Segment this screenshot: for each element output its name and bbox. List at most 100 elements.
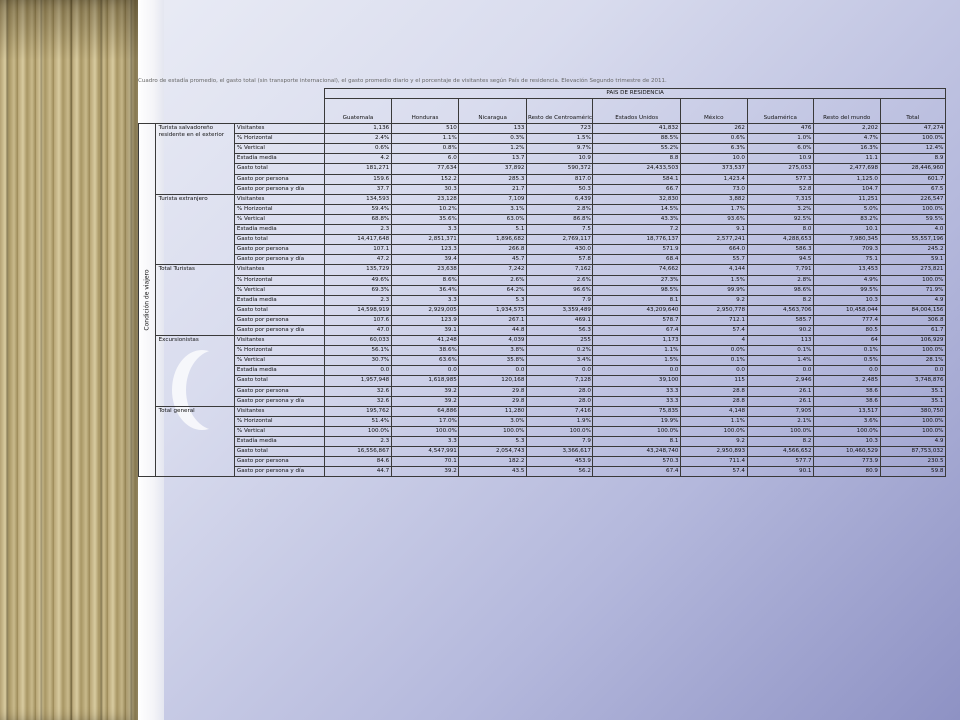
table-row: Gasto por persona y día 47.0 39.1 44.8 56.3 6…: [139, 324, 946, 337]
table-row: Estadía media 2.3 3.3 5.1 7.5 7.2 9.1 8.0 10.1 4.…: [139, 224, 946, 236]
column-header: Nicaragua: [458, 98, 527, 125]
table-cell: 18,776,137: [592, 234, 681, 246]
table-cell: 43.3%: [592, 213, 681, 226]
table-cell: 84,004,156: [879, 304, 946, 316]
table-cell: 275,053: [746, 163, 814, 175]
column-header: Honduras: [390, 98, 460, 125]
table-cell: 8.0: [746, 224, 814, 236]
table-cell: 37,892: [458, 163, 527, 175]
table-cell: 577.3: [746, 173, 814, 185]
table-cell: 1,957,948: [324, 375, 392, 387]
table-cell: 96.6%: [525, 284, 594, 296]
table-cell: 2.8%: [525, 203, 594, 215]
table-cell: 510: [390, 123, 460, 135]
table-cell: 570.3: [592, 456, 681, 468]
table-cell: 123.3: [390, 244, 460, 256]
table-cell: 8.9: [879, 153, 946, 165]
column-header: Total: [879, 98, 946, 125]
table-cell: 7,242: [458, 264, 527, 276]
table-cell: 0.0: [746, 365, 814, 377]
table-cell: 1.5%: [592, 355, 681, 367]
table-cell: 4.9%: [813, 274, 881, 286]
table-cell: 2,769,117: [525, 234, 594, 246]
table-cell: 67.5: [879, 183, 946, 195]
table-row: Gasto por persona 159.6 152.2 285.3 817.0 584…: [139, 173, 946, 185]
table-cell: 30.7%: [324, 355, 392, 367]
table-cell: 0.1%: [813, 345, 881, 357]
metric-label: Visitantes: [234, 193, 326, 205]
table-cell: 13,453: [813, 264, 881, 276]
table-cell: 262: [680, 123, 748, 135]
table-cell: 44.8: [458, 324, 527, 337]
table-cell: 2,577,241: [680, 234, 748, 246]
table-cell: 90.2: [746, 324, 814, 337]
metric-label: Estadía media: [234, 435, 326, 448]
metric-label: Gasto por persona y día: [234, 466, 326, 478]
table-cell: 777.4: [813, 314, 881, 326]
table-cell: 10,460,529: [813, 446, 881, 458]
column-header: Guatemala: [324, 98, 392, 125]
traveler-group-label: Total Turistas: [154, 264, 236, 337]
statistics-table: PAIS DE RESIDENCIA Guatemala Honduras Nica…: [138, 87, 946, 478]
table-cell: 32.6: [324, 395, 392, 407]
table-cell: 115: [680, 375, 748, 387]
table-cell: 3.4%: [525, 355, 594, 367]
table-cell: 10.9: [746, 153, 814, 165]
table-cell: 5.0%: [813, 203, 881, 215]
traveler-group-label: Turista extranjero: [154, 193, 236, 266]
table-cell: 12.4%: [879, 143, 946, 155]
table-row: Gasto por persona y día 44.7 39.2 43.5 56.2 6…: [139, 466, 946, 478]
table-cell: 2.4%: [324, 133, 392, 145]
table-cell: 0.0: [324, 365, 392, 377]
table-cell: 285.3: [458, 173, 527, 185]
table-row: % Vertical 68.8% 35.6% 63.0% 86.8% 43.3% 93.6%…: [139, 213, 946, 226]
table-cell: 2.3: [324, 294, 392, 306]
table-cell: 306.8: [879, 314, 946, 326]
table-cell: 0.1%: [680, 355, 748, 367]
table-cell: 106,929: [879, 335, 946, 347]
table-cell: 1.7%: [680, 203, 748, 215]
table-cell: 8.8: [592, 153, 681, 165]
table-cell: 71.9%: [879, 284, 946, 296]
table-cell: 100.0%: [525, 425, 594, 438]
metric-label: % Vertical: [234, 355, 326, 367]
table-cell: 1,618,985: [390, 375, 460, 387]
table-row: % Vertical 30.7% 63.6% 35.8% 3.4% 1.5% 0.1% 1.4…: [139, 355, 946, 367]
table-row: Gasto por persona y día 47.2 39.4 45.7 57.8 6…: [139, 254, 946, 266]
table-cell: 1.2%: [458, 143, 527, 155]
table-row: Gasto por persona 32.6 39.2 29.8 28.0 33.3 28.…: [139, 385, 946, 397]
table-cell: 47.2: [324, 254, 392, 266]
table-cell: 7,416: [525, 405, 594, 417]
table-cell: 17.0%: [390, 415, 460, 427]
table-cell: 21.7: [458, 183, 527, 195]
table-cell: 56.2: [525, 466, 594, 478]
column-header: Resto del mundo: [813, 98, 881, 125]
table-cell: 6.0: [390, 153, 460, 165]
table-row: % Horizontal 59.4% 10.2% 3.1% 2.8% 14.5% 1.7% 3…: [139, 203, 946, 215]
table-cell: 3.3: [390, 224, 460, 236]
table-cell: 8.1: [592, 294, 681, 306]
table-cell: 2.6%: [458, 274, 527, 286]
table-cell: 57.4: [680, 324, 748, 337]
table-cell: 0.2%: [525, 345, 594, 357]
table-cell: 43,248,740: [592, 446, 681, 458]
table-cell: 1,136: [324, 123, 392, 135]
table-cell: 7.2: [592, 224, 681, 236]
metric-label: Gasto por persona y día: [234, 395, 326, 407]
table-cell: 664.0: [680, 244, 748, 256]
table-cell: 60,033: [324, 335, 392, 347]
country-header-row: Guatemala Honduras Nicaragua Resto de Centr…: [139, 98, 946, 125]
table-cell: 1,125.0: [813, 173, 881, 185]
table-cell: 0.1%: [746, 345, 814, 357]
table-cell: 7,791: [746, 264, 814, 276]
table-cell: 35.1: [879, 385, 946, 397]
table-row: % Horizontal 56.1% 38.6% 3.8% 0.2% 1.1% 0.0% 0.…: [139, 345, 946, 357]
table-cell: 80.9: [813, 466, 881, 478]
table-cell: 50.3: [525, 183, 594, 195]
table-cell: 2.3: [324, 435, 392, 448]
table-cell: 1.1%: [680, 415, 748, 427]
table-cell: 0.5%: [813, 355, 881, 367]
metric-label: Visitantes: [234, 335, 326, 347]
metric-label: % Vertical: [234, 143, 326, 155]
table-cell: 57.4: [680, 466, 748, 478]
